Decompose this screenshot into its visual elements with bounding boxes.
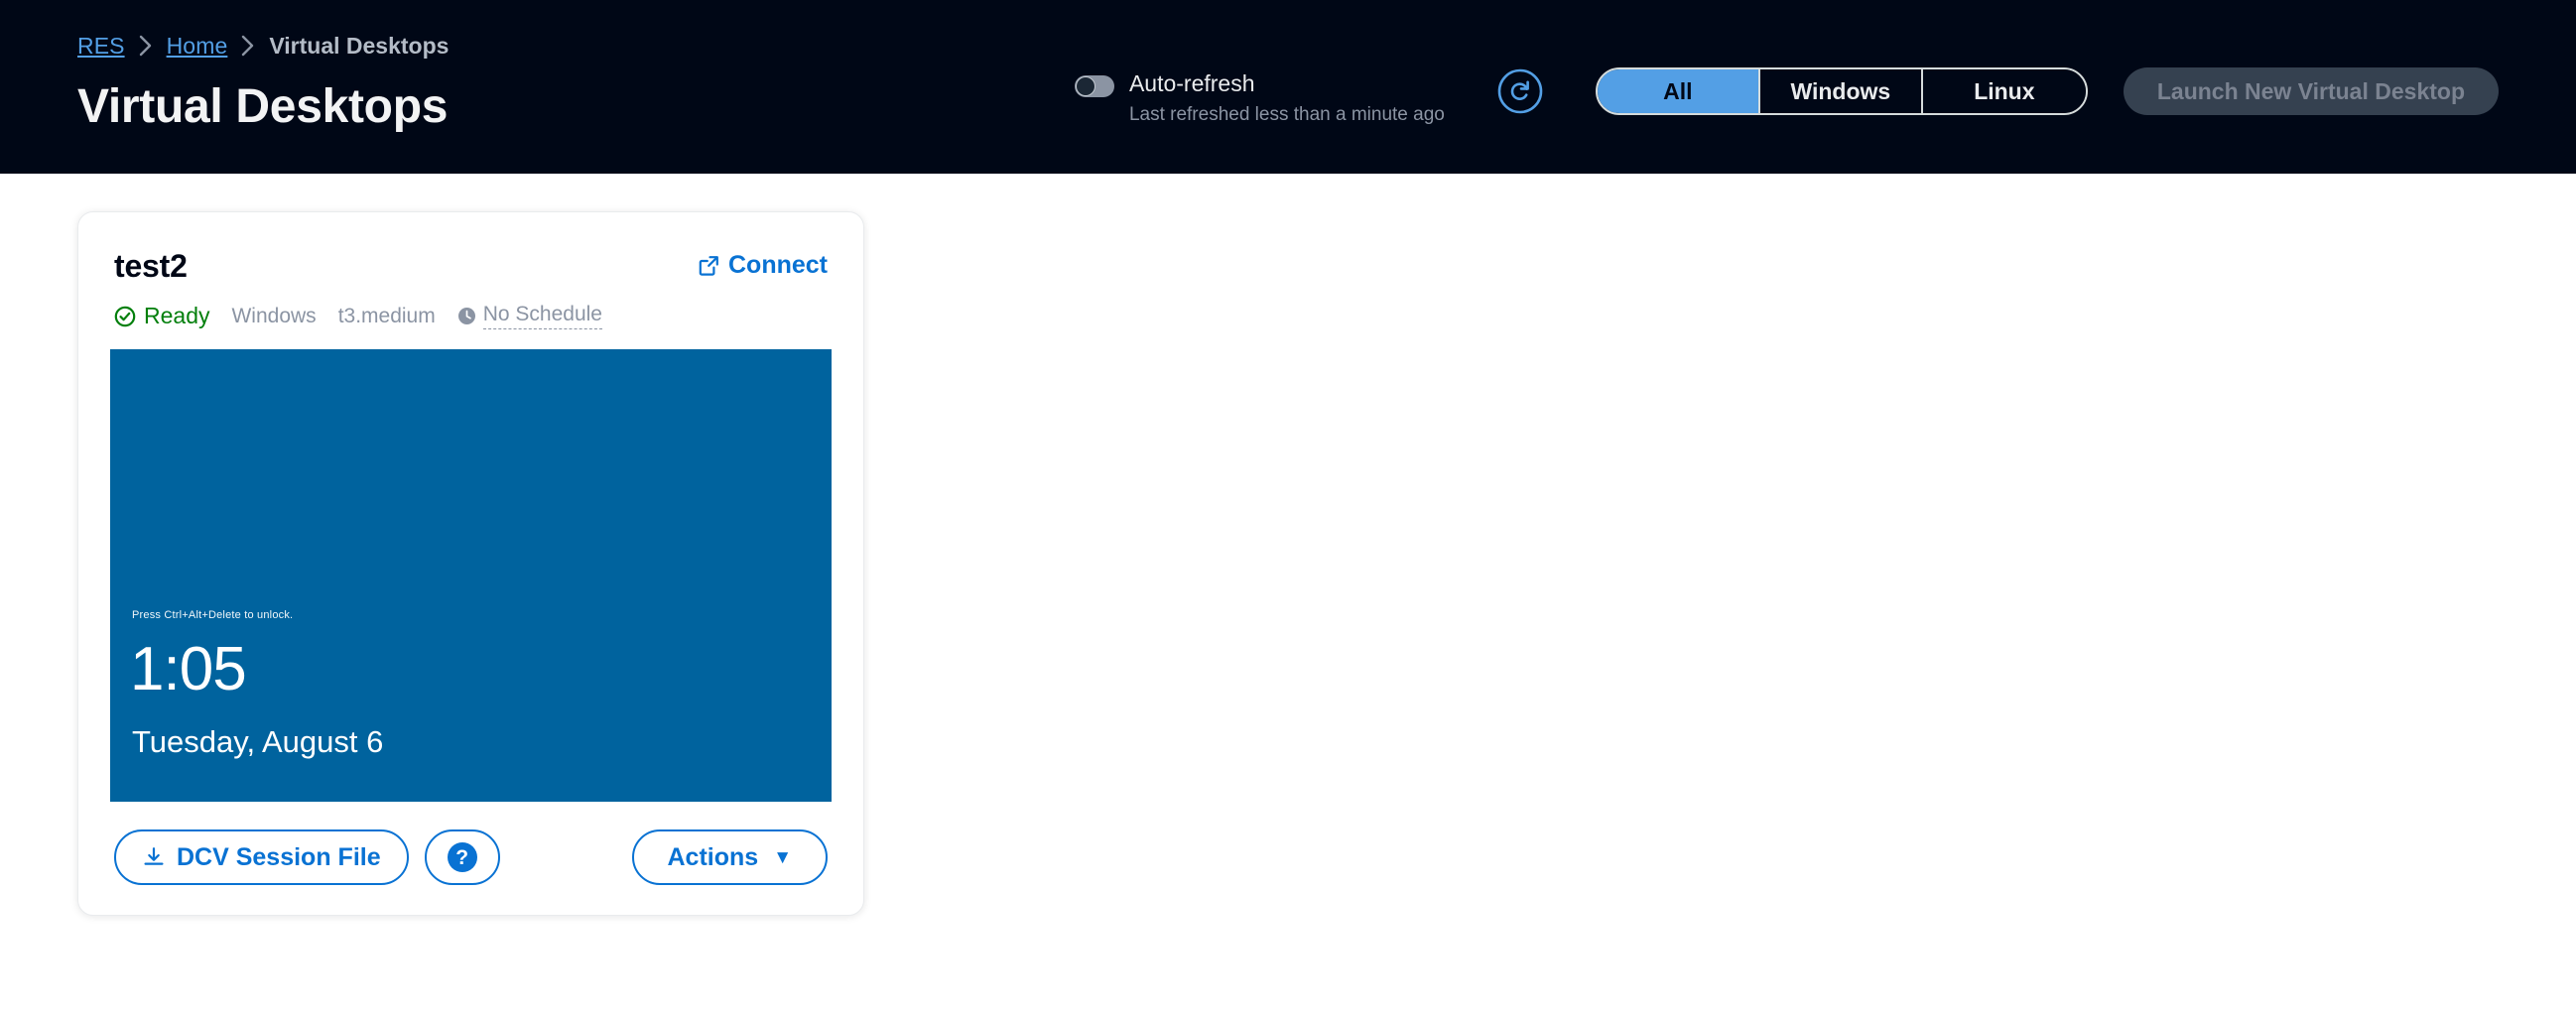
card-footer: DCV Session File ? Actions ▼ [110, 829, 832, 885]
lock-screen-date: Tuesday, August 6 [132, 726, 383, 757]
chevron-right-icon [241, 35, 255, 57]
last-refreshed-text: Last refreshed less than a minute ago [1129, 102, 1445, 128]
launch-new-virtual-desktop-button[interactable]: Launch New Virtual Desktop [2124, 67, 2499, 115]
dcv-session-file-button[interactable]: DCV Session File [114, 829, 409, 885]
os-filter-segmented-control[interactable]: All Windows Linux [1596, 67, 2088, 115]
breadcrumb-item-home[interactable]: Home [167, 33, 228, 60]
chevron-right-icon [139, 35, 153, 57]
filter-tab-linux[interactable]: Linux [1923, 69, 2086, 113]
page-header: RES Home Virtual Desktops Virtual Deskto… [0, 0, 2576, 174]
external-link-icon [699, 255, 719, 276]
clock-icon [457, 307, 476, 325]
auto-refresh-text: Auto-refresh Last refreshed less than a … [1129, 70, 1445, 128]
main-content: test2 Connect [0, 174, 2576, 954]
check-circle-icon [114, 306, 136, 327]
chevron-down-icon: ▼ [773, 848, 792, 867]
virtual-desktop-card: test2 Connect [77, 211, 864, 916]
download-icon [142, 845, 166, 869]
header-actions: Auto-refresh Last refreshed less than a … [1075, 67, 2499, 128]
schedule-info[interactable]: No Schedule [457, 303, 602, 329]
dcv-session-file-label: DCV Session File [177, 843, 381, 872]
filter-tab-windows[interactable]: Windows [1760, 69, 1923, 113]
lock-screen-hint: Press Ctrl+Alt+Delete to unlock. [132, 609, 293, 621]
help-button[interactable]: ? [425, 829, 500, 885]
card-header: test2 Connect [110, 248, 832, 285]
filter-tab-all[interactable]: All [1598, 69, 1760, 113]
lock-screen-time: 1:05 [130, 639, 246, 701]
auto-refresh-toggle[interactable] [1075, 75, 1114, 97]
help-icon: ? [448, 842, 477, 872]
actions-label: Actions [668, 843, 759, 872]
actions-button[interactable]: Actions ▼ [632, 829, 829, 885]
connect-link[interactable]: Connect [699, 251, 828, 280]
breadcrumb-item-current: Virtual Desktops [269, 33, 449, 60]
toggle-knob [1076, 76, 1095, 96]
desktop-name: test2 [114, 248, 188, 285]
breadcrumb-item-res[interactable]: RES [77, 33, 125, 60]
breadcrumb: RES Home Virtual Desktops [77, 0, 2499, 60]
card-meta-row: Ready Windows t3.medium No Schedule [110, 303, 832, 329]
auto-refresh-control[interactable]: Auto-refresh Last refreshed less than a … [1075, 67, 1445, 128]
status-badge: Ready [114, 303, 209, 329]
status-label: Ready [144, 303, 209, 329]
auto-refresh-label: Auto-refresh [1129, 70, 1445, 96]
desktop-thumbnail[interactable]: Press Ctrl+Alt+Delete to unlock. 1:05 Tu… [110, 349, 832, 802]
instance-type-label: t3.medium [338, 305, 436, 328]
refresh-icon [1496, 67, 1544, 115]
schedule-label: No Schedule [483, 303, 602, 329]
os-label: Windows [231, 305, 316, 328]
connect-label: Connect [728, 251, 828, 280]
refresh-button[interactable] [1496, 67, 1544, 115]
